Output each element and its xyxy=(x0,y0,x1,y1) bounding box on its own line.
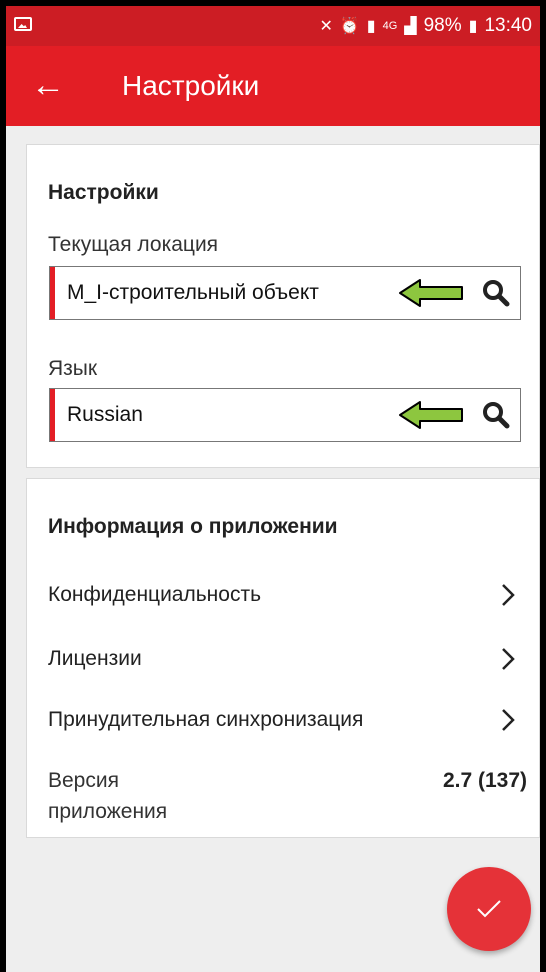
page-title: Настройки xyxy=(122,70,260,101)
licenses-item[interactable]: Лицензии xyxy=(48,639,520,679)
arrow-left-icon[interactable]: ← xyxy=(31,65,65,105)
network-type: 4G xyxy=(382,20,398,32)
settings-card: Настройки Текущая локация M_I-строительн… xyxy=(26,144,540,468)
battery-icon: ▮ xyxy=(468,18,478,35)
list-item-label: Конфиденциальность xyxy=(48,583,262,606)
clock: 13:40 xyxy=(484,15,532,36)
app-info-card: Информация о приложении Конфиденциальнос… xyxy=(26,478,540,838)
list-item-label: Лицензии xyxy=(48,647,142,670)
settings-card-title: Настройки xyxy=(48,181,159,204)
search-icon[interactable] xyxy=(482,279,510,307)
chevron-right-icon xyxy=(502,709,515,731)
privacy-item[interactable]: Конфиденциальность xyxy=(48,575,520,615)
annotation-arrow-icon xyxy=(399,279,463,307)
status-icons: ✕ ⏰ ▮ 4G ▟ 98% ▮ 13:40 xyxy=(319,15,532,37)
alarm-icon: ⏰ xyxy=(339,18,360,35)
signal-icon: ▟ xyxy=(404,18,417,35)
location-label: Текущая локация xyxy=(48,233,219,256)
location-value: M_I-строительный объект xyxy=(67,281,319,304)
phone-screen: ✕ ⏰ ▮ 4G ▟ 98% ▮ 13:40 ← Настройки Настр… xyxy=(6,6,540,972)
version-label: Версия приложения xyxy=(48,769,168,823)
version-value: 2.7 (137) xyxy=(442,769,527,792)
language-label: Язык xyxy=(48,357,98,380)
image-icon xyxy=(14,17,32,31)
status-bar: ✕ ⏰ ▮ 4G ▟ 98% ▮ 13:40 xyxy=(6,6,540,46)
search-icon[interactable] xyxy=(482,401,510,429)
confirm-button[interactable] xyxy=(447,867,531,951)
app-bar: ← Настройки xyxy=(6,46,540,126)
chevron-right-icon xyxy=(502,648,515,670)
mute-icon: ✕ xyxy=(319,18,333,35)
force-sync-item[interactable]: Принудительная синхронизация xyxy=(48,700,520,740)
annotation-arrow-icon xyxy=(399,401,463,429)
language-field[interactable]: Russian xyxy=(49,388,521,442)
check-icon xyxy=(477,900,501,918)
battery-percent: 98% xyxy=(423,15,462,36)
chevron-right-icon xyxy=(502,584,515,606)
language-value: Russian xyxy=(67,403,143,426)
notification-icon: ▮ xyxy=(366,18,376,35)
app-info-title: Информация о приложении xyxy=(48,515,338,538)
list-item-label: Принудительная синхронизация xyxy=(48,708,364,731)
location-field[interactable]: M_I-строительный объект xyxy=(49,266,521,320)
